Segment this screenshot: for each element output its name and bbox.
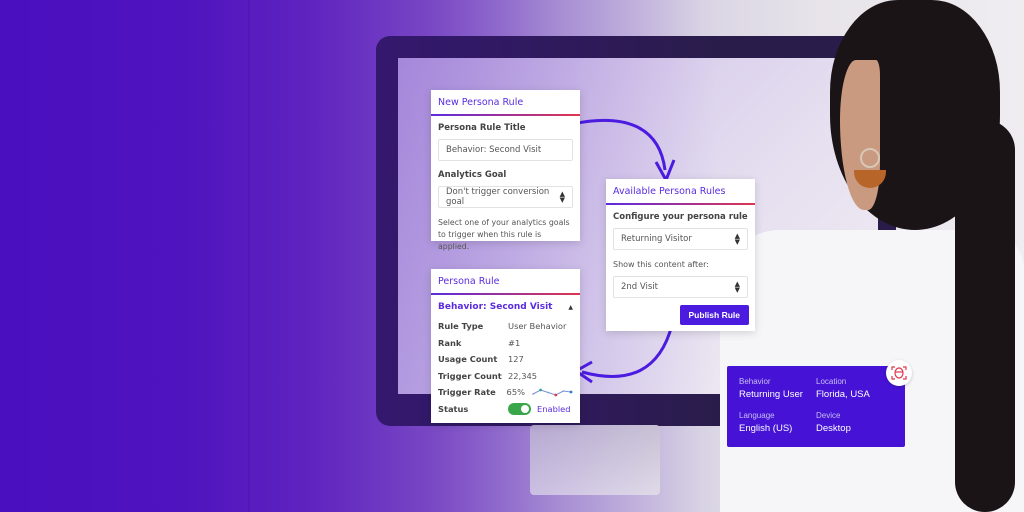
row-key: Trigger Rate	[438, 387, 496, 398]
sparkline-point	[539, 388, 542, 392]
row-key: Usage Count	[438, 354, 498, 365]
detail-row: Trigger Count 22,345	[438, 368, 573, 385]
row-key: Status	[438, 403, 469, 414]
info-key: Device	[816, 411, 841, 420]
detail-row: Usage Count 127	[438, 351, 573, 368]
row-key: Rule Type	[438, 321, 484, 332]
info-key: Location	[816, 377, 847, 386]
row-value: 65%	[507, 385, 573, 399]
status-toggle[interactable]	[508, 402, 531, 415]
sparkline-point	[569, 390, 573, 394]
row-value: 22,345	[508, 370, 538, 381]
detail-row: Rule Type User Behavior	[438, 318, 573, 335]
select-arrows-icon: ▲ ▼	[734, 280, 740, 294]
rule-accordion-header[interactable]: Behavior: Second Visit ▲	[438, 302, 573, 312]
select-arrows-icon: ▲ ▼	[734, 232, 740, 246]
new-persona-rule-card: New Persona Rule Persona Rule Title Beha…	[431, 90, 580, 251]
rule-name: Behavior: Second Visit	[438, 302, 553, 312]
row-key: Rank	[438, 337, 462, 348]
publish-rule-button[interactable]: Publish Rule	[679, 305, 749, 325]
row-value: 127	[508, 354, 524, 365]
detail-row: Rank #1	[438, 335, 573, 352]
person-ponytail	[955, 120, 1015, 512]
info-location: Location Florida, USA	[816, 377, 893, 402]
title-label: Persona Rule Title	[438, 123, 526, 133]
sparkline-line	[532, 389, 572, 396]
info-language: Language English (US)	[739, 411, 816, 436]
rule-value: Returning Visitor	[621, 234, 692, 244]
rule-title-value: Behavior: Second Visit	[446, 145, 542, 155]
select-arrows-icon: ▲ ▼	[559, 190, 565, 204]
persona-rule-card: Persona Rule Behavior: Second Visit ▲ Rul…	[431, 269, 580, 423]
show-after-value: 2nd Visit	[621, 282, 659, 292]
configure-label: Configure your persona rule	[613, 212, 748, 222]
info-value: Desktop	[816, 423, 851, 434]
persona-rule-select[interactable]: Returning Visitor ▲ ▼	[613, 228, 748, 250]
sparkline-point	[562, 390, 565, 393]
rule-title-input[interactable]: Behavior: Second Visit	[438, 139, 573, 161]
show-after-label: Show this content after:	[613, 260, 709, 269]
sparkline-point	[554, 393, 558, 397]
row-key: Trigger Count	[438, 370, 502, 381]
goal-hint: Select one of your analytics goals to tr…	[438, 218, 570, 251]
show-after-select[interactable]: 2nd Visit ▲ ▼	[613, 276, 748, 298]
info-key: Language	[739, 411, 775, 420]
card-title: Persona Rule	[431, 269, 580, 295]
info-value: Returning User	[739, 389, 803, 400]
row-value: User Behavior	[508, 321, 567, 332]
visitor-info-panel: Behavior Returning User Location Florida, …	[727, 366, 905, 447]
face-scan-icon	[886, 360, 912, 386]
info-device: Device Desktop	[816, 411, 893, 436]
card-title: New Persona Rule	[431, 90, 580, 116]
available-persona-rules-card: Available Persona Rules Configure your p…	[606, 179, 755, 331]
trigger-rate-sparkline	[532, 388, 573, 397]
info-behavior: Behavior Returning User	[739, 377, 816, 402]
info-value: Florida, USA	[816, 389, 870, 400]
analytics-goal-select[interactable]: Don't trigger conversion goal ▲ ▼	[438, 186, 573, 208]
info-value: English (US)	[739, 423, 793, 434]
triangle-up-icon[interactable]: ▲	[568, 304, 573, 311]
goal-label: Analytics Goal	[438, 170, 507, 180]
goal-value: Don't trigger conversion goal	[446, 187, 550, 207]
row-value: #1	[508, 337, 521, 348]
earring	[852, 148, 886, 194]
detail-row: Trigger Rate 65%	[438, 384, 573, 401]
card-title: Available Persona Rules	[606, 179, 755, 205]
status-row: Status Enabled	[438, 401, 573, 418]
trigger-rate-value: 65%	[506, 387, 525, 398]
info-key: Behavior	[739, 377, 771, 386]
sparkline-point	[547, 391, 549, 394]
sparkline-point	[532, 393, 534, 396]
status-value: Enabled	[537, 403, 571, 414]
